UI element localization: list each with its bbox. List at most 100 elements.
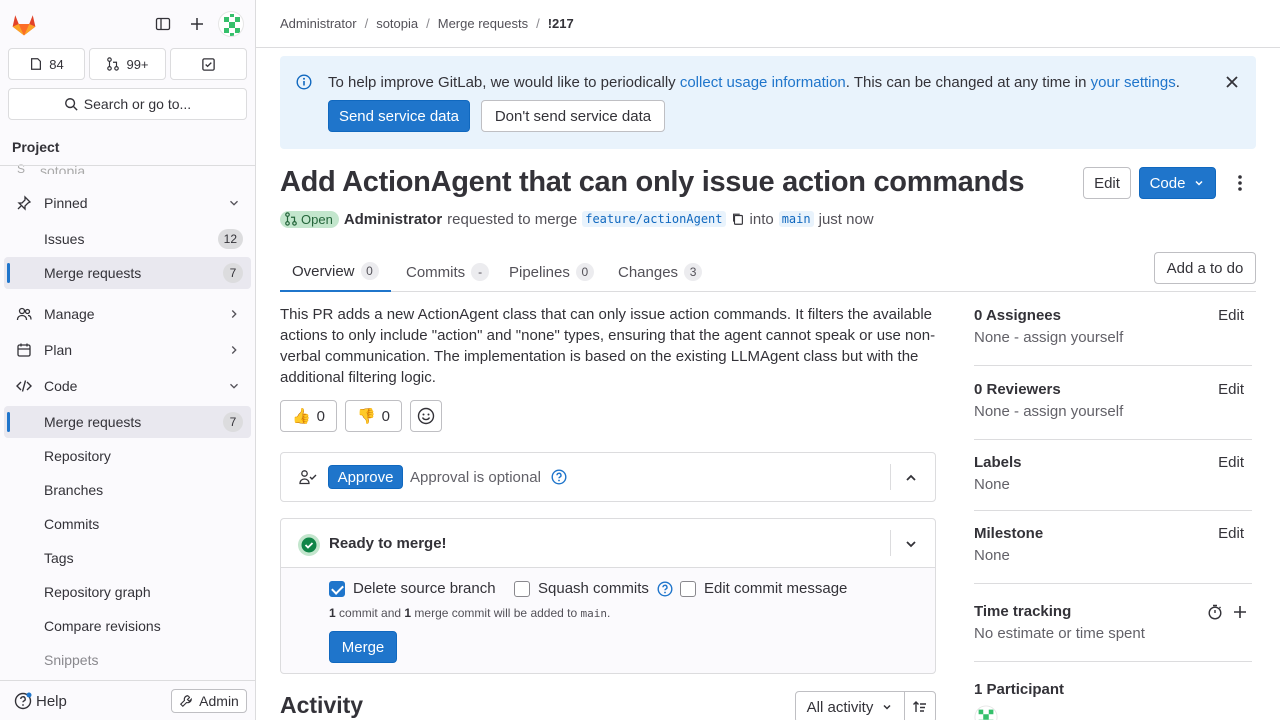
admin-label: Admin <box>199 693 239 709</box>
send-service-data-button[interactable]: Send service data <box>328 100 470 132</box>
user-avatar[interactable] <box>218 11 244 37</box>
alert-text-part: . <box>1175 74 1180 91</box>
users-icon <box>16 307 32 321</box>
approval-widget: Approve Approval is optional <box>280 452 936 502</box>
copy-icon[interactable] <box>731 212 745 226</box>
edit-assignees-button[interactable]: Edit <box>1218 307 1244 324</box>
breadcrumb-separator: / <box>364 16 369 31</box>
sidebar-footer: Help Admin <box>0 680 255 720</box>
merge-requests-count-button[interactable]: 99+ <box>89 48 166 80</box>
sidebar-group-plan[interactable]: Plan <box>4 334 251 366</box>
note-text: merge commit will be added to <box>411 606 581 620</box>
add-icon[interactable] <box>1232 604 1248 620</box>
edit-commit-message-option[interactable]: Edit commit message <box>680 580 847 597</box>
more-actions-icon[interactable] <box>1230 173 1250 193</box>
tab-pipelines[interactable]: Pipelines 0 <box>497 252 606 292</box>
assignees-value[interactable]: None - assign yourself <box>974 329 1252 346</box>
sidebar-item-pinned-merge-requests[interactable]: Merge requests 7 <box>4 257 251 289</box>
sidebar-item-commits[interactable]: Commits <box>4 508 251 540</box>
code-icon <box>16 380 32 392</box>
participant-avatar[interactable] <box>974 705 998 720</box>
reviewers-value[interactable]: None - assign yourself <box>974 403 1252 420</box>
tab-commits[interactable]: Commits - <box>394 252 501 292</box>
sidebar-item-compare-revisions[interactable]: Compare revisions <box>4 610 251 642</box>
breadcrumb-separator: / <box>536 16 540 31</box>
help-button[interactable]: Help <box>14 692 67 710</box>
sidebar-item-tags[interactable]: Tags <box>4 542 251 574</box>
squash-commits-checkbox[interactable] <box>514 580 530 597</box>
add-todo-button[interactable]: Add a to do <box>1154 252 1256 284</box>
breadcrumb: Administrator / sotopia / Merge requests… <box>280 16 574 31</box>
project-name-row[interactable]: S sotopia <box>12 162 85 174</box>
merge-button[interactable]: Merge <box>329 631 397 663</box>
gitlab-logo-icon[interactable] <box>10 10 38 38</box>
breadcrumb-item[interactable]: sotopia <box>376 16 418 31</box>
participants-block: 1 Participant <box>974 681 1252 698</box>
tab-count: 0 <box>360 262 379 280</box>
sidebar-item-snippets[interactable]: Snippets <box>4 644 251 676</box>
add-reaction-button[interactable] <box>410 400 442 432</box>
breadcrumb-item[interactable]: Merge requests <box>438 16 528 31</box>
stopwatch-icon[interactable] <box>1207 604 1223 620</box>
sort-icon <box>913 701 926 712</box>
edit-mr-button[interactable]: Edit <box>1083 167 1131 199</box>
source-branch[interactable]: feature/actionAgent <box>582 211 726 227</box>
success-status-icon <box>298 534 320 556</box>
target-branch[interactable]: main <box>778 211 814 227</box>
help-label: Help <box>36 692 67 710</box>
sidebar-group-manage[interactable]: Manage <box>4 298 251 330</box>
sidebar-item-branches[interactable]: Branches <box>4 474 251 506</box>
tab-overview[interactable]: Overview 0 <box>280 252 391 292</box>
edit-milestone-button[interactable]: Edit <box>1218 525 1244 542</box>
edit-commit-message-checkbox[interactable] <box>680 580 696 597</box>
note-text: . <box>606 606 611 620</box>
breadcrumb-current[interactable]: !217 <box>548 16 574 31</box>
close-icon[interactable] <box>1224 74 1240 90</box>
chevron-down-icon[interactable] <box>903 536 919 552</box>
pinned-label: Pinned <box>44 195 88 211</box>
delete-source-branch-option[interactable]: Delete source branch <box>329 580 496 597</box>
thumbs-up-button[interactable]: 👍 0 <box>280 400 337 432</box>
issues-count-button[interactable]: 84 <box>8 48 85 80</box>
squash-commits-option[interactable]: Squash commits <box>514 580 673 597</box>
labels-heading: Labels <box>974 454 1022 471</box>
sidebar-item-repository-graph[interactable]: Repository graph <box>4 576 251 608</box>
divider <box>890 530 891 556</box>
chevron-up-icon[interactable] <box>903 470 919 486</box>
merge-requests-badge: 7 <box>223 412 243 432</box>
admin-button[interactable]: Admin <box>171 689 247 713</box>
sidebar-item-merge-requests[interactable]: Merge requests 7 <box>4 406 251 438</box>
tab-label: Overview <box>292 262 355 280</box>
approve-button[interactable]: Approve <box>328 465 403 489</box>
your-settings-link[interactable]: your settings <box>1091 74 1176 91</box>
requested-text: requested to merge <box>447 210 578 228</box>
tab-changes[interactable]: Changes 3 <box>606 252 714 292</box>
code-dropdown-button[interactable]: Code <box>1139 167 1216 199</box>
todos-button[interactable] <box>170 48 247 80</box>
help-icon[interactable] <box>657 580 673 597</box>
merge-requests-badge: 7 <box>223 263 243 283</box>
search-label: Search or go to... <box>83 96 192 112</box>
sidebar-item-repository[interactable]: Repository <box>4 440 251 472</box>
collect-usage-link[interactable]: collect usage information <box>680 74 846 91</box>
sidebar-pinned-toggle[interactable]: Pinned <box>4 187 251 219</box>
mr-author[interactable]: Administrator <box>344 211 442 228</box>
sidebar-group-code[interactable]: Code <box>4 370 251 402</box>
create-new-icon[interactable] <box>185 12 209 36</box>
search-button[interactable]: Search or go to... <box>8 88 247 120</box>
delete-source-branch-label: Delete source branch <box>353 580 496 597</box>
mr-description: This PR adds a new ActionAgent class tha… <box>280 306 936 386</box>
thumbs-down-button[interactable]: 👎 0 <box>345 400 402 432</box>
sidebar-item-label: Issues <box>44 231 85 247</box>
sort-order-button[interactable] <box>904 691 936 720</box>
commit-count: 1 <box>329 606 336 620</box>
sidebar-item-issues[interactable]: Issues 12 <box>4 223 251 255</box>
delete-source-branch-checkbox[interactable] <box>329 580 345 597</box>
activity-filter-dropdown[interactable]: All activity <box>795 691 905 720</box>
dont-send-service-data-button[interactable]: Don't send service data <box>481 100 665 132</box>
edit-labels-button[interactable]: Edit <box>1218 454 1244 471</box>
help-icon[interactable] <box>551 469 567 485</box>
edit-reviewers-button[interactable]: Edit <box>1218 381 1244 398</box>
collapse-sidebar-icon[interactable] <box>151 12 175 36</box>
breadcrumb-item[interactable]: Administrator <box>280 16 357 31</box>
